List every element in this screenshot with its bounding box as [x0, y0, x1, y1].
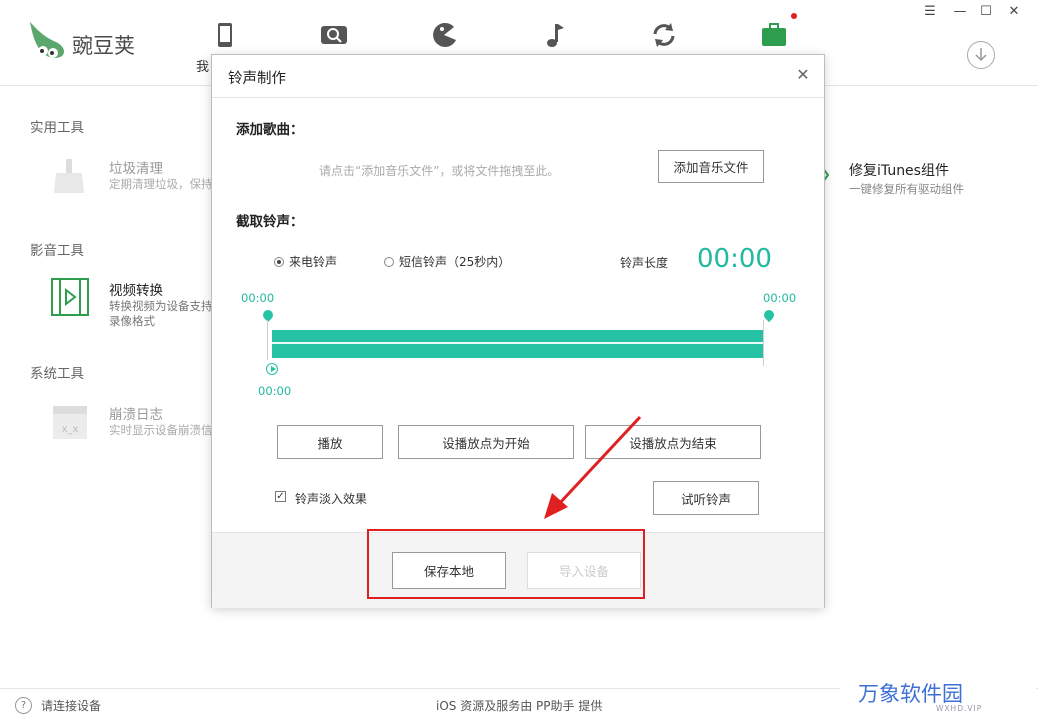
- music-icon[interactable]: [539, 20, 569, 50]
- radio-dot[interactable]: [274, 256, 284, 267]
- start-line: [267, 320, 268, 360]
- notification-dot: [791, 13, 797, 19]
- end-line: [763, 320, 764, 366]
- length-value: 00:00: [697, 244, 772, 274]
- tool-desc: 定期清理垃圾，保持: [109, 177, 213, 191]
- play-time: 00:00: [258, 384, 292, 398]
- watermark-sub: WXHD.VIP: [936, 704, 983, 713]
- sync-icon[interactable]: [649, 20, 679, 50]
- section-title-system: 系统工具: [30, 366, 84, 382]
- radio-sms-ringtone[interactable]: 短信铃声（25秒内）: [384, 253, 510, 270]
- length-label: 铃声长度: [620, 256, 669, 270]
- preview-button[interactable]: 试听铃声: [653, 481, 759, 515]
- drop-hint[interactable]: 请点击“添加音乐文件”，或将文件拖拽至此。: [319, 162, 559, 179]
- tool-desc: 实时显示设备崩溃信: [109, 423, 213, 437]
- tool-name: 崩溃日志: [109, 407, 163, 423]
- toolbox-icon[interactable]: [759, 20, 789, 50]
- playhead-icon[interactable]: [266, 363, 278, 375]
- dialog-title: 铃声制作: [228, 71, 286, 87]
- logo: 豌豆荚: [26, 18, 146, 62]
- waveform-centerline: [272, 342, 763, 344]
- ringtone-maker-dialog: 铃声制作 ✕ 添加歌曲： 请点击“添加音乐文件”，或将文件拖拽至此。 添加音乐文…: [211, 54, 825, 608]
- app-window: 豌豆荚 我 ☰ — ☐ ✕ 实用工具 垃圾清理 定期清理垃圾，保持 影音工具 视…: [0, 0, 1038, 721]
- radio-label: 短信铃声（25秒内）: [399, 255, 511, 269]
- download-icon[interactable]: [967, 41, 995, 69]
- help-icon[interactable]: ?: [15, 697, 32, 714]
- tool-name: 垃圾清理: [109, 161, 163, 177]
- close-icon[interactable]: ✕: [794, 66, 812, 84]
- svg-text:x_x: x_x: [62, 424, 79, 435]
- radio-dot[interactable]: [384, 256, 394, 267]
- annotation-arrow: [544, 415, 642, 519]
- close-icon[interactable]: ✕: [1006, 4, 1022, 20]
- broom-icon: [54, 159, 84, 193]
- end-time: 00:00: [763, 291, 797, 305]
- tool-name-repair-itunes[interactable]: 修复iTunes组件: [849, 160, 949, 180]
- dialog-header: 铃声制作 ✕: [212, 55, 824, 98]
- crash-log-icon: x_x: [53, 406, 87, 439]
- minimize-icon[interactable]: —: [952, 4, 968, 20]
- tool-desc: 转换视频为设备支持录像格式: [109, 299, 213, 328]
- end-handle[interactable]: [761, 307, 777, 323]
- play-button[interactable]: 播放: [277, 425, 383, 459]
- tool-name: 视频转换: [109, 283, 163, 299]
- start-time: 00:00: [241, 291, 275, 305]
- cut-ringtone-label: 截取铃声：: [236, 214, 304, 230]
- radio-label: 来电铃声: [289, 255, 338, 269]
- section-title-utility: 实用工具: [30, 120, 84, 136]
- maximize-icon[interactable]: ☐: [978, 4, 994, 20]
- menu-icon[interactable]: ☰: [922, 4, 938, 20]
- fade-checkbox[interactable]: ✓: [275, 491, 286, 502]
- connection-status: 请连接设备: [41, 699, 102, 713]
- fade-label[interactable]: 铃声淡入效果: [295, 490, 367, 507]
- start-handle[interactable]: [260, 307, 276, 323]
- provider-text: iOS 资源及服务由 PP助手 提供: [436, 699, 603, 713]
- video-convert-icon: [51, 278, 89, 316]
- phone-icon[interactable]: [210, 20, 240, 50]
- waveform[interactable]: [272, 330, 763, 358]
- annotation-highlight-box: [367, 529, 645, 599]
- game-icon[interactable]: [429, 20, 459, 50]
- watermark: 万象软件园 WXHD.VIP: [840, 676, 1036, 720]
- radio-call-ringtone[interactable]: 来电铃声: [274, 253, 337, 270]
- pea-pod-icon: [30, 22, 64, 58]
- add-song-label: 添加歌曲：: [236, 122, 304, 138]
- nav-label-mine[interactable]: 我: [196, 56, 209, 75]
- section-title-media: 影音工具: [30, 243, 84, 259]
- logo-text: 豌豆荚: [72, 34, 135, 58]
- search-icon[interactable]: [319, 20, 349, 50]
- add-music-button[interactable]: 添加音乐文件: [658, 150, 764, 183]
- tool-desc-repair-itunes: 一键修复所有驱动组件: [849, 182, 964, 196]
